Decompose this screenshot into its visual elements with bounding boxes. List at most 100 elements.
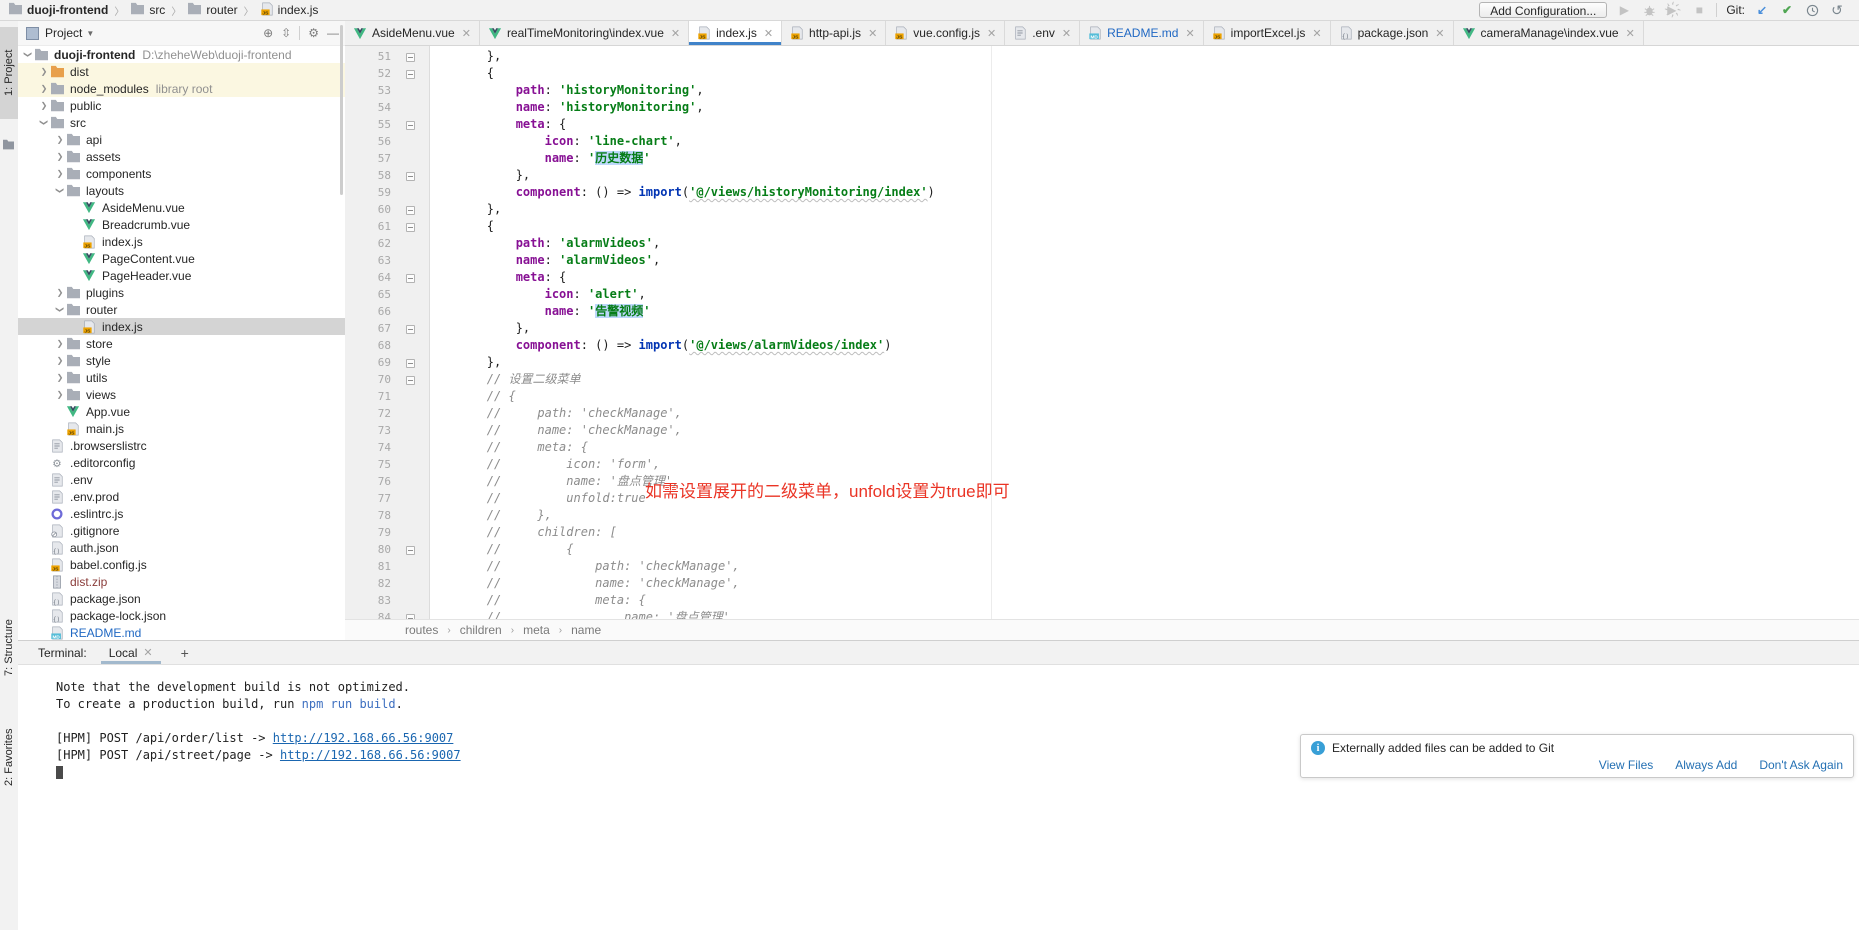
tree-item-plugins[interactable]: ❯plugins bbox=[18, 284, 345, 301]
code-line-52[interactable]: 52 { bbox=[345, 65, 1859, 82]
close-icon[interactable]: ✕ bbox=[987, 27, 996, 40]
code-line-79[interactable]: 79 // children: [ bbox=[345, 524, 1859, 541]
code-line-56[interactable]: 56 icon: 'line-chart', bbox=[345, 133, 1859, 150]
chevron-collapsed-icon[interactable]: ❯ bbox=[54, 135, 66, 144]
terminal-link[interactable]: http://192.168.66.56:9007 bbox=[280, 748, 461, 762]
chevron-expanded-icon[interactable]: ❯ bbox=[56, 304, 65, 316]
tree-item-main.js[interactable]: JSmain.js bbox=[18, 420, 345, 437]
code-line-69[interactable]: 69 }, bbox=[345, 354, 1859, 371]
stripe-project-button[interactable]: 1: Project bbox=[0, 27, 18, 119]
notification-action-always-add[interactable]: Always Add bbox=[1675, 758, 1737, 772]
chevron-collapsed-icon[interactable]: ❯ bbox=[38, 67, 50, 76]
chevron-collapsed-icon[interactable]: ❯ bbox=[54, 390, 66, 399]
fold-marker-icon[interactable] bbox=[406, 546, 415, 555]
terminal-link[interactable]: http://192.168.66.56:9007 bbox=[273, 731, 454, 745]
chevron-collapsed-icon[interactable]: ❯ bbox=[54, 288, 66, 297]
tab-.env[interactable]: .env✕ bbox=[1005, 21, 1080, 45]
tree-item-PageContent.vue[interactable]: PageContent.vue bbox=[18, 250, 345, 267]
tree-item-.browserslistrc[interactable]: .browserslistrc bbox=[18, 437, 345, 454]
tree-item-style[interactable]: ❯style bbox=[18, 352, 345, 369]
fold-marker-icon[interactable] bbox=[406, 121, 415, 130]
debug-icon[interactable] bbox=[1641, 2, 1657, 18]
chevron-expanded-icon[interactable]: ❯ bbox=[56, 185, 65, 197]
chevron-collapsed-icon[interactable]: ❯ bbox=[38, 101, 50, 110]
notification-action-don-t-ask-again[interactable]: Don't Ask Again bbox=[1759, 758, 1843, 772]
close-icon[interactable]: ✕ bbox=[1062, 27, 1071, 40]
tab-package.json[interactable]: {)package.json✕ bbox=[1331, 21, 1454, 45]
chevron-collapsed-icon[interactable]: ❯ bbox=[54, 169, 66, 178]
close-icon[interactable]: ✕ bbox=[868, 27, 877, 40]
add-configuration-button[interactable]: Add Configuration... bbox=[1479, 2, 1607, 18]
gear-icon[interactable]: ⚙ bbox=[308, 26, 319, 40]
run-with-coverage-icon[interactable]: ▶҉ bbox=[1666, 2, 1682, 18]
code-line-54[interactable]: 54 name: 'historyMonitoring', bbox=[345, 99, 1859, 116]
tree-item-AsideMenu.vue[interactable]: AsideMenu.vue bbox=[18, 199, 345, 216]
close-icon[interactable]: ✕ bbox=[1435, 27, 1444, 40]
tree-item-package-lock.json[interactable]: {)package-lock.json bbox=[18, 607, 345, 624]
tab-README.md[interactable]: MDREADME.md✕ bbox=[1080, 21, 1204, 45]
tree-item-duoji-frontend[interactable]: ❯duoji-frontendD:\zheheWeb\duoji-fronten… bbox=[18, 46, 345, 63]
chevron-expanded-icon[interactable]: ❯ bbox=[24, 49, 33, 61]
fold-marker-icon[interactable] bbox=[406, 53, 415, 62]
code-line-59[interactable]: 59 component: () => import('@/views/hist… bbox=[345, 184, 1859, 201]
tree-item-.env.prod[interactable]: .env.prod bbox=[18, 488, 345, 505]
fold-marker-icon[interactable] bbox=[406, 70, 415, 79]
code-line-58[interactable]: 58 }, bbox=[345, 167, 1859, 184]
tree-item-Breadcrumb.vue[interactable]: Breadcrumb.vue bbox=[18, 216, 345, 233]
chevron-collapsed-icon[interactable]: ❯ bbox=[54, 373, 66, 382]
tree-item-index.js[interactable]: JSindex.js bbox=[18, 233, 345, 250]
fold-marker-icon[interactable] bbox=[406, 376, 415, 385]
tree-scrollbar[interactable] bbox=[340, 25, 343, 195]
tab-realTimeMonitoring\index.vue[interactable]: realTimeMonitoring\index.vue✕ bbox=[480, 21, 689, 45]
code-line-70[interactable]: 70 // 设置二级菜单 bbox=[345, 371, 1859, 388]
fold-marker-icon[interactable] bbox=[406, 172, 415, 181]
tree-item-router[interactable]: ❯router bbox=[18, 301, 345, 318]
tab-cameraManage\index.vue[interactable]: cameraManage\index.vue✕ bbox=[1454, 21, 1644, 45]
code-line-84[interactable]: 84 // name: '盘点管理' bbox=[345, 609, 1859, 619]
tree-item-utils[interactable]: ❯utils bbox=[18, 369, 345, 386]
tree-item-api[interactable]: ❯api bbox=[18, 131, 345, 148]
tree-item-.env[interactable]: .env bbox=[18, 471, 345, 488]
tree-item-index.js[interactable]: JSindex.js bbox=[18, 318, 345, 335]
code-line-55[interactable]: 55 meta: { bbox=[345, 116, 1859, 133]
tree-item-.gitignore[interactable]: .gitignore bbox=[18, 522, 345, 539]
breadcrumb-item-src[interactable]: src bbox=[130, 2, 165, 18]
git-update-icon[interactable]: ↙ bbox=[1754, 2, 1770, 18]
new-terminal-icon[interactable]: + bbox=[175, 645, 195, 661]
stripe-favorites-button[interactable]: 2: Favorites bbox=[0, 716, 18, 798]
fold-marker-icon[interactable] bbox=[406, 614, 415, 619]
tree-item-babel.config.js[interactable]: JSbabel.config.js bbox=[18, 556, 345, 573]
fold-marker-icon[interactable] bbox=[406, 274, 415, 283]
code-line-57[interactable]: 57 name: '历史数据' bbox=[345, 150, 1859, 167]
tree-item-layouts[interactable]: ❯layouts bbox=[18, 182, 345, 199]
tree-item-views[interactable]: ❯views bbox=[18, 386, 345, 403]
run-icon[interactable]: ▶ bbox=[1616, 2, 1632, 18]
notification-action-view-files[interactable]: View Files bbox=[1599, 758, 1653, 772]
stripe-structure-button[interactable]: 7: Structure bbox=[0, 609, 18, 687]
fold-marker-icon[interactable] bbox=[406, 223, 415, 232]
code-breadcrumb-children[interactable]: children bbox=[460, 623, 502, 637]
tree-item-components[interactable]: ❯components bbox=[18, 165, 345, 182]
tree-item-App.vue[interactable]: App.vue bbox=[18, 403, 345, 420]
code-line-51[interactable]: 51 }, bbox=[345, 48, 1859, 65]
tree-item-.editorconfig[interactable]: ⚙.editorconfig bbox=[18, 454, 345, 471]
code-breadcrumb-meta[interactable]: meta bbox=[523, 623, 550, 637]
chevron-collapsed-icon[interactable]: ❯ bbox=[38, 84, 50, 93]
chevron-expanded-icon[interactable]: ❯ bbox=[40, 117, 49, 129]
code-line-63[interactable]: 63 name: 'alarmVideos', bbox=[345, 252, 1859, 269]
code-line-83[interactable]: 83 // meta: { bbox=[345, 592, 1859, 609]
code-line-82[interactable]: 82 // name: 'checkManage', bbox=[345, 575, 1859, 592]
code-line-81[interactable]: 81 // path: 'checkManage', bbox=[345, 558, 1859, 575]
code-line-61[interactable]: 61 { bbox=[345, 218, 1859, 235]
code-line-60[interactable]: 60 }, bbox=[345, 201, 1859, 218]
code-line-71[interactable]: 71 // { bbox=[345, 388, 1859, 405]
close-icon[interactable]: ✕ bbox=[1626, 27, 1635, 40]
rollback-icon[interactable]: ↺ bbox=[1829, 2, 1845, 18]
breadcrumb-item-duoji-frontend[interactable]: duoji-frontend bbox=[8, 2, 108, 18]
close-icon[interactable]: ✕ bbox=[1312, 27, 1321, 40]
locate-file-icon[interactable]: ⊕ bbox=[263, 26, 273, 40]
code-line-80[interactable]: 80 // { bbox=[345, 541, 1859, 558]
code-line-74[interactable]: 74 // meta: { bbox=[345, 439, 1859, 456]
code-line-77[interactable]: 77 // unfold:true bbox=[345, 490, 1859, 507]
tree-item-assets[interactable]: ❯assets bbox=[18, 148, 345, 165]
